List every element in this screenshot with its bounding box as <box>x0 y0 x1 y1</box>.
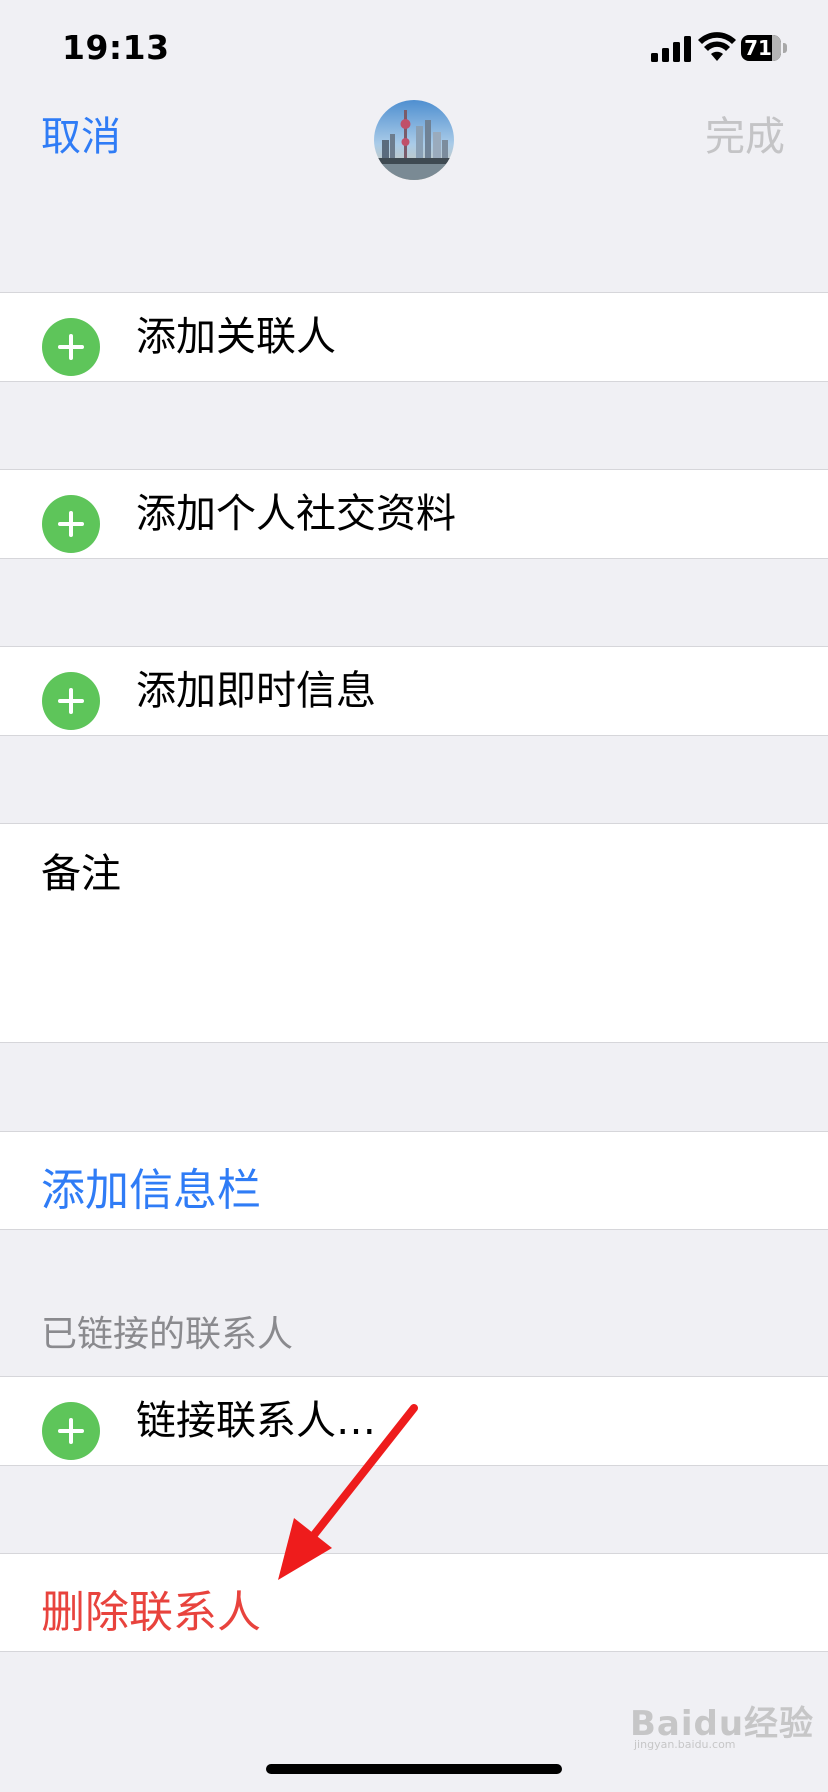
add-instant-message-label: 添加即时信息 <box>136 668 376 714</box>
linked-contacts-header: 已链接的联系人 <box>41 1314 294 1355</box>
contact-avatar[interactable] <box>374 100 454 180</box>
nav-bar: 取消 完成 <box>0 100 828 190</box>
battery-empty-portion <box>772 35 781 61</box>
status-bar: 19:13 71 <box>0 0 828 100</box>
add-social-profile-label: 添加个人社交资料 <box>136 491 456 537</box>
status-time: 19:13 <box>62 28 170 67</box>
battery-level: 71 <box>744 36 772 60</box>
watermark-url: jingyan.baidu.com <box>634 1738 736 1751</box>
add-related-name-row[interactable]: 添加关联人 <box>0 292 828 382</box>
battery-cap <box>783 43 787 53</box>
add-icon[interactable] <box>42 672 100 730</box>
cancel-button[interactable]: 取消 <box>41 112 121 162</box>
add-field-button[interactable]: 添加信息栏 <box>41 1154 261 1218</box>
watermark-logo: Baidu经验 jingyan.baidu.com <box>630 1690 813 1751</box>
done-button[interactable]: 完成 <box>705 112 785 162</box>
add-social-profile-row[interactable]: 添加个人社交资料 <box>0 469 828 559</box>
add-instant-message-row[interactable]: 添加即时信息 <box>0 646 828 736</box>
delete-contact-button[interactable]: 删除联系人 <box>41 1576 261 1640</box>
notes-label: 备注 <box>41 851 121 897</box>
notes-field[interactable]: 备注 <box>0 823 828 1043</box>
add-icon[interactable] <box>42 318 100 376</box>
add-icon[interactable] <box>42 1402 100 1460</box>
home-indicator[interactable] <box>266 1764 562 1774</box>
add-icon[interactable] <box>42 495 100 553</box>
wifi-icon <box>698 32 736 61</box>
annotation-arrow-icon <box>278 1404 418 1580</box>
battery-body: 71 <box>741 35 781 61</box>
cellular-signal-icon <box>651 36 691 62</box>
add-related-name-label: 添加关联人 <box>136 314 336 360</box>
battery-icon: 71 <box>741 35 789 61</box>
add-field-row[interactable]: 添加信息栏 <box>0 1131 828 1230</box>
avatar-skyline-image <box>374 100 454 180</box>
